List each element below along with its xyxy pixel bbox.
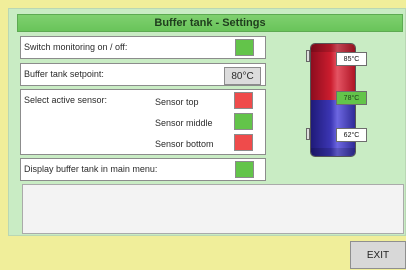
- sensor-bottom-label: Sensor bottom: [155, 139, 214, 149]
- tank-top-cap: [311, 44, 355, 52]
- page-title: Buffer tank - Settings: [17, 14, 403, 32]
- bottom-pipe-left: [306, 128, 310, 140]
- middle-temperature: 78°C: [336, 91, 367, 105]
- sensor-middle-label: Sensor middle: [155, 118, 213, 128]
- display-label: Display buffer tank in main menu:: [24, 164, 158, 174]
- top-pipe-left: [306, 50, 310, 62]
- top-temperature: 85°C: [336, 52, 367, 66]
- buffer-tank-settings-screen: Buffer tank - Settings Switch monitoring…: [0, 0, 406, 270]
- exit-button[interactable]: EXIT: [350, 241, 406, 269]
- sensor-bottom-toggle[interactable]: [234, 134, 253, 151]
- monitoring-label: Switch monitoring on / off:: [24, 42, 128, 52]
- sensor-top-label: Sensor top: [155, 97, 199, 107]
- display-toggle[interactable]: [235, 161, 254, 178]
- tank-bottom-cap: [311, 148, 355, 156]
- sensor-top-toggle[interactable]: [234, 92, 253, 109]
- message-area: [22, 184, 404, 234]
- bottom-temperature: 62°C: [336, 128, 367, 142]
- sensor-label: Select active sensor:: [24, 95, 108, 105]
- monitoring-toggle[interactable]: [235, 39, 254, 56]
- sensor-middle-toggle[interactable]: [234, 113, 253, 130]
- setpoint-label: Buffer tank setpoint:: [24, 69, 104, 79]
- setpoint-value-button[interactable]: 80°C: [224, 67, 261, 85]
